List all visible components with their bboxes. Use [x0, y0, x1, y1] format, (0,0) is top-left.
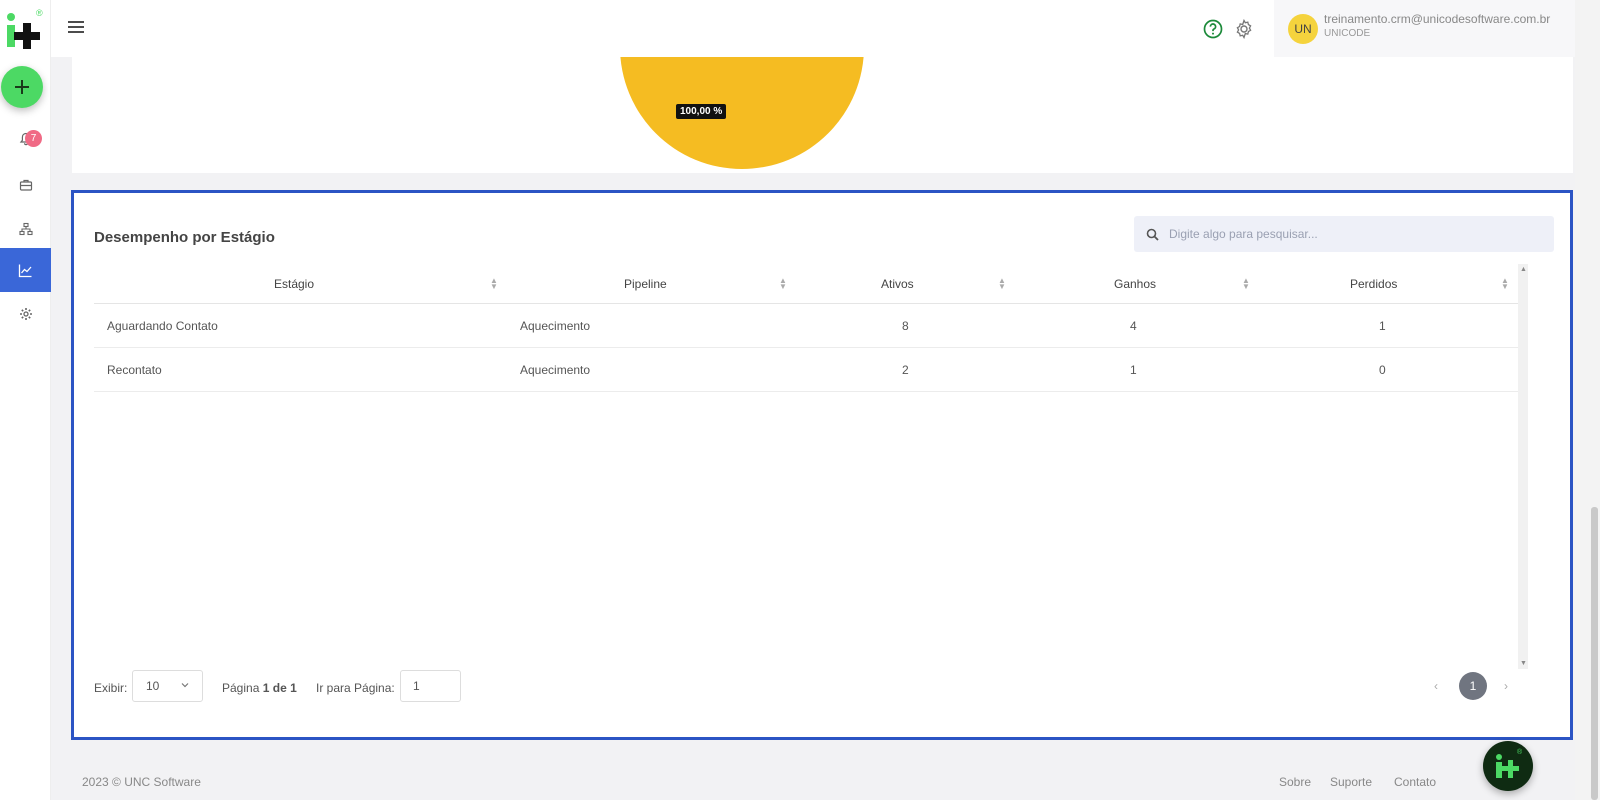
user-menu[interactable]: UN treinamento.crm@unicodesoftware.com.b…	[1274, 0, 1575, 57]
column-header-ativos[interactable]: Ativos ▲ ▼	[799, 264, 1021, 304]
sidebar-item-org-chart[interactable]	[0, 207, 51, 251]
avatar: UN	[1288, 14, 1318, 44]
hamburger-icon	[68, 21, 84, 33]
table-header: Estágio ▲ ▼ Pipeline ▲ ▼ Ativos ▲ ▼ Ganhos …	[94, 264, 1520, 304]
copyright: 2023 © UNC Software	[82, 775, 201, 789]
sort-icon: ▲ ▼	[490, 276, 498, 291]
stage-performance-card: Desempenho por Estágio Estágio ▲▼ Pipeli…	[71, 190, 1573, 740]
add-button[interactable]	[1, 66, 43, 108]
registered-mark: ®	[1517, 749, 1523, 756]
gear-icon	[1236, 18, 1252, 40]
table-scrollbar[interactable]: ▲ ▼	[1518, 264, 1528, 669]
card-title: Desempenho por Estágio	[94, 229, 275, 246]
footer: 2023 © UNC Software Sobre Suporte Contat…	[51, 760, 1575, 800]
sidebar-item-settings[interactable]	[0, 292, 51, 336]
menu-toggle-button[interactable]	[68, 20, 84, 39]
search-box[interactable]	[1134, 216, 1554, 252]
footer-link-suporte[interactable]: Suporte	[1330, 775, 1372, 789]
registered-mark: ®	[36, 8, 43, 18]
sort-icon: ▲ ▼	[1501, 276, 1509, 291]
prev-page-button[interactable]: ‹	[1434, 679, 1438, 693]
help-button[interactable]	[1203, 19, 1223, 44]
page-size-value: 10	[146, 679, 160, 693]
settings-button[interactable]	[1234, 18, 1254, 44]
question-circle-icon	[1203, 19, 1223, 39]
pie-chart	[620, 57, 864, 169]
hierarchy-icon	[18, 222, 33, 236]
column-header-ganhos[interactable]: Ganhos ▲ ▼	[1021, 264, 1264, 304]
footer-link-sobre[interactable]: Sobre	[1279, 775, 1311, 789]
page-info: Página 1 de 1	[222, 681, 297, 695]
column-header-estagio[interactable]: Estágio ▲ ▼	[94, 264, 504, 304]
scroll-up-icon[interactable]: ▲	[1520, 266, 1527, 273]
table-row[interactable]: Aguardando Contato Aquecimento 8 4 1	[94, 304, 1520, 348]
column-header-pipeline[interactable]: Pipeline ▲ ▼	[504, 264, 799, 304]
page-size-select[interactable]: 10	[132, 670, 203, 702]
sort-icon: ▲ ▼	[779, 276, 787, 291]
scrollbar-thumb[interactable]	[1591, 507, 1598, 800]
search-icon	[1146, 228, 1159, 241]
next-page-button[interactable]: ›	[1504, 679, 1508, 693]
sort-icon: ▲ ▼	[1242, 276, 1250, 291]
chevron-down-icon	[181, 683, 189, 688]
user-email: treinamento.crm@unicodesoftware.com.br	[1324, 12, 1551, 26]
sidebar-item-reports[interactable]	[0, 248, 51, 292]
scroll-down-icon[interactable]: ▼	[1520, 660, 1527, 667]
gear-icon	[19, 308, 32, 320]
search-input[interactable]	[1169, 227, 1549, 241]
floating-logo-button[interactable]: ®	[1483, 741, 1533, 791]
chart-line-icon	[18, 264, 32, 277]
plus-icon	[15, 80, 29, 94]
pie-chart-card: 100,00 %	[72, 57, 1573, 173]
page-size-label: Exibir:	[94, 681, 128, 695]
pagination-bar: Exibir: 10 Página 1 de 1 Ir para Página:…	[94, 670, 1520, 704]
page-button-current[interactable]: 1	[1459, 672, 1487, 700]
page-scrollbar[interactable]	[1575, 0, 1600, 800]
pie-slice[interactable]	[620, 57, 864, 169]
pie-data-label: 100,00 %	[676, 104, 727, 119]
sidebar-item-briefcase[interactable]	[0, 163, 51, 207]
sidebar: ® 7	[0, 0, 51, 800]
goto-page-input[interactable]	[400, 670, 461, 702]
sort-icon: ▲ ▼	[998, 276, 1006, 291]
goto-page-label: Ir para Página:	[316, 681, 395, 695]
footer-link-contato[interactable]: Contato	[1394, 775, 1436, 789]
briefcase-icon	[19, 179, 32, 191]
logo[interactable]: ®	[4, 8, 44, 52]
table-row[interactable]: Recontato Aquecimento 2 1 0	[94, 348, 1520, 392]
notification-badge: 7	[25, 130, 42, 147]
user-company: UNICODE	[1324, 28, 1371, 39]
column-header-perdidos[interactable]: Perdidos ▲ ▼	[1264, 264, 1520, 304]
top-header: UN treinamento.crm@unicodesoftware.com.b…	[51, 0, 1575, 57]
